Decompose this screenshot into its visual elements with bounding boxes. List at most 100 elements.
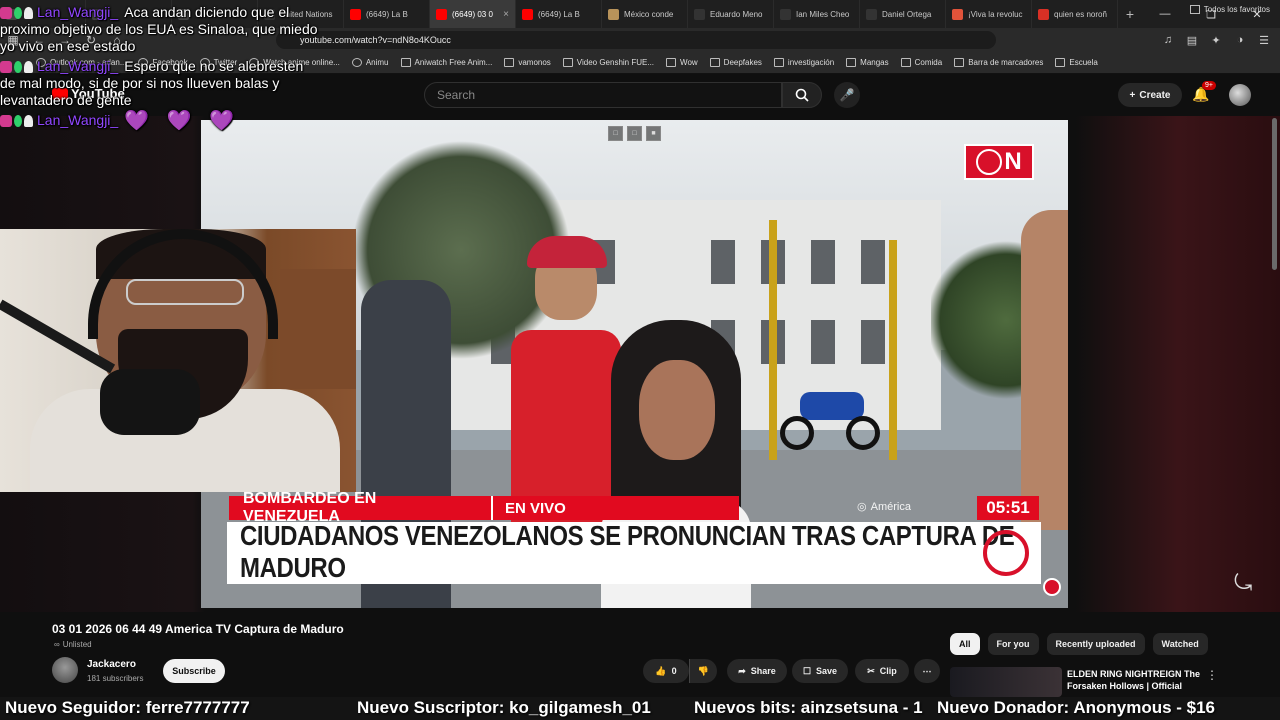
browser-tab[interactable]: Ian Miles Cheo bbox=[774, 0, 860, 28]
tab-favicon-icon bbox=[608, 8, 619, 20]
visibility-label: Unlisted bbox=[62, 640, 92, 649]
overlay-ctrl-icon[interactable]: □ bbox=[627, 126, 642, 141]
network-name: América bbox=[870, 500, 911, 513]
stream-alerts-bar: Nuevo Seguidor: ferre7777777 Nuevo Suscr… bbox=[0, 697, 1280, 720]
face bbox=[639, 360, 715, 460]
overlay-ctrl-icon[interactable]: □ bbox=[608, 126, 623, 141]
browser-tab[interactable]: (6649) 03 0 × bbox=[430, 0, 516, 28]
channel-avatar[interactable] bbox=[52, 657, 78, 683]
overlay-ctrl-icon[interactable]: ■ bbox=[646, 126, 661, 141]
screen: United Nations (6649) La B (6649) 03 0 × (66… bbox=[0, 0, 1280, 720]
bit-badge-icon bbox=[24, 61, 33, 74]
bookmark-label: Deepfakes bbox=[723, 58, 762, 67]
more-actions-button[interactable]: ⋯ bbox=[914, 659, 940, 683]
chat-username: Lan_Wangji_ bbox=[37, 4, 119, 20]
broadcast-clock: 05:51 bbox=[977, 496, 1039, 520]
corner-logo-icon bbox=[1043, 578, 1061, 596]
ai-icon[interactable]: ✦ bbox=[1206, 30, 1226, 50]
america-tv-logo: N bbox=[964, 144, 1034, 180]
heart-badge-icon bbox=[0, 115, 12, 128]
save-button[interactable]: ☐ Save bbox=[792, 659, 848, 683]
subscriber-count: 181 subscribers bbox=[87, 674, 144, 683]
globe-icon bbox=[976, 149, 1003, 175]
recommended-video-thumbnail[interactable] bbox=[950, 667, 1062, 697]
bookmark-item[interactable]: Mangas bbox=[846, 58, 889, 67]
bookmark-label: Aniwatch Free Anim... bbox=[414, 58, 493, 67]
like-button[interactable]: 👍 0 bbox=[643, 659, 689, 683]
clip-button[interactable]: ✂ Clip bbox=[855, 659, 909, 683]
chip-watched[interactable]: Watched bbox=[1152, 633, 1208, 655]
browser-tab[interactable]: México conde bbox=[602, 0, 688, 28]
tab-title: Daniel Ortega bbox=[882, 9, 932, 19]
bookmark-item[interactable]: investigación bbox=[773, 58, 835, 67]
wallet-icon[interactable]: ▤ bbox=[1182, 30, 1202, 50]
tab-favicon-icon bbox=[694, 8, 705, 20]
tab-favicon-icon bbox=[522, 8, 533, 20]
alert-follower: Nuevo Seguidor: ferre7777777 bbox=[5, 698, 250, 717]
kebab-menu-icon[interactable]: ⋮ bbox=[1206, 668, 1218, 682]
alert-subscriber: Nuevo Suscriptor: ko_gilgamesh_01 bbox=[357, 698, 651, 717]
chat-username: Lan_Wangji_ bbox=[37, 58, 119, 74]
chip-all[interactable]: All bbox=[950, 633, 980, 655]
lower-third-top: BOMBARDEO EN VENEZUELA EN VIVO bbox=[229, 490, 739, 525]
video-title: 03 01 2026 06 44 49 America TV Captura d… bbox=[52, 622, 344, 636]
recommended-video-title[interactable]: ELDEN RING NIGHTREIGN The Forsaken Hollo… bbox=[1067, 668, 1207, 692]
headline-text: CIUDADANOS VENEZOLANOS SE PRONUNCIAN TRA… bbox=[240, 520, 1015, 585]
chat-message: Lan_Wangji_ 💜 💜 💜 bbox=[0, 111, 320, 131]
bookmark-item[interactable]: Video Genshin FUE... bbox=[562, 58, 654, 67]
scissors-icon: ✂ bbox=[867, 665, 875, 676]
bookmark-item[interactable]: Aniwatch Free Anim... bbox=[400, 58, 493, 67]
bookmark-item[interactable]: Escuela bbox=[1055, 58, 1098, 67]
new-tab-icon[interactable]: + bbox=[1118, 6, 1142, 22]
chip-recently-uploaded[interactable]: Recently uploaded bbox=[1046, 633, 1145, 655]
plus-icon: + bbox=[1129, 89, 1136, 101]
bit-badge-icon bbox=[24, 7, 33, 20]
folder-icon bbox=[954, 58, 965, 67]
browser-tab[interactable]: Daniel Ortega bbox=[860, 0, 946, 28]
person-reporter bbox=[1021, 210, 1068, 530]
tab-title: quien es noroñ bbox=[1054, 9, 1107, 19]
globe-logo-icon bbox=[983, 530, 1029, 576]
bookmark-label: investigación bbox=[787, 58, 835, 67]
bookmark-item[interactable]: vamonos bbox=[504, 58, 551, 67]
voice-search-button[interactable]: 🎤 bbox=[834, 82, 860, 108]
share-icon: ➦ bbox=[738, 665, 746, 676]
streamer-webcam bbox=[0, 229, 356, 492]
music-icon[interactable]: ♫ bbox=[1158, 30, 1178, 50]
chip-for-you[interactable]: For you bbox=[987, 633, 1039, 655]
bookmark-item[interactable]: Animu bbox=[351, 58, 389, 67]
bookmark-item[interactable]: Barra de marcadores bbox=[954, 58, 1043, 67]
browser-tab[interactable]: ¡Viva la revoluc bbox=[946, 0, 1032, 28]
all-bookmarks[interactable]: Todos los favoritos bbox=[1189, 5, 1270, 14]
page-scrollbar[interactable] bbox=[1272, 118, 1277, 270]
vpn-icon[interactable]: ◑ bbox=[1230, 30, 1250, 50]
account-avatar[interactable] bbox=[1229, 84, 1251, 106]
folder-icon bbox=[504, 58, 515, 67]
chat-message: Lan_Wangji_ Espero que no se alebresten d… bbox=[0, 58, 320, 109]
building-window bbox=[861, 320, 885, 364]
chat-username: Lan_Wangji_ bbox=[37, 112, 119, 128]
search-input[interactable]: Search bbox=[424, 82, 782, 108]
recommendation-filter-chips: All For you Recently uploaded Watched bbox=[950, 633, 1208, 655]
channel-name[interactable]: Jackacero bbox=[87, 659, 136, 670]
subscribe-button[interactable]: Subscribe bbox=[163, 659, 225, 683]
browser-tab[interactable]: Eduardo Meno bbox=[688, 0, 774, 28]
browser-tab[interactable]: quien es noroñ bbox=[1032, 0, 1118, 28]
folder-icon bbox=[773, 58, 784, 67]
share-button[interactable]: ➦ Share bbox=[727, 659, 787, 683]
create-button[interactable]: + Create bbox=[1118, 83, 1182, 107]
heart-badge-icon bbox=[0, 7, 12, 20]
wooden-shelf bbox=[280, 269, 356, 389]
url-field[interactable]: youtube.com/watch?v=ndN8o4KOucc bbox=[276, 31, 996, 49]
menu-icon[interactable]: ☰ bbox=[1254, 30, 1274, 50]
bookmark-item[interactable]: Comida bbox=[900, 58, 942, 67]
bookmark-label: Mangas bbox=[860, 58, 889, 67]
bookmark-item[interactable]: Wow bbox=[666, 58, 698, 67]
close-tab-icon[interactable]: × bbox=[503, 9, 509, 20]
browser-tab[interactable]: (6649) La B bbox=[516, 0, 602, 28]
browser-tab[interactable]: (6649) La B bbox=[344, 0, 430, 28]
bookmark-item[interactable]: Deepfakes bbox=[709, 58, 762, 67]
search-button[interactable] bbox=[782, 82, 822, 108]
minimize-icon[interactable]: — bbox=[1142, 0, 1188, 28]
dislike-button[interactable]: 👎 bbox=[689, 659, 717, 683]
